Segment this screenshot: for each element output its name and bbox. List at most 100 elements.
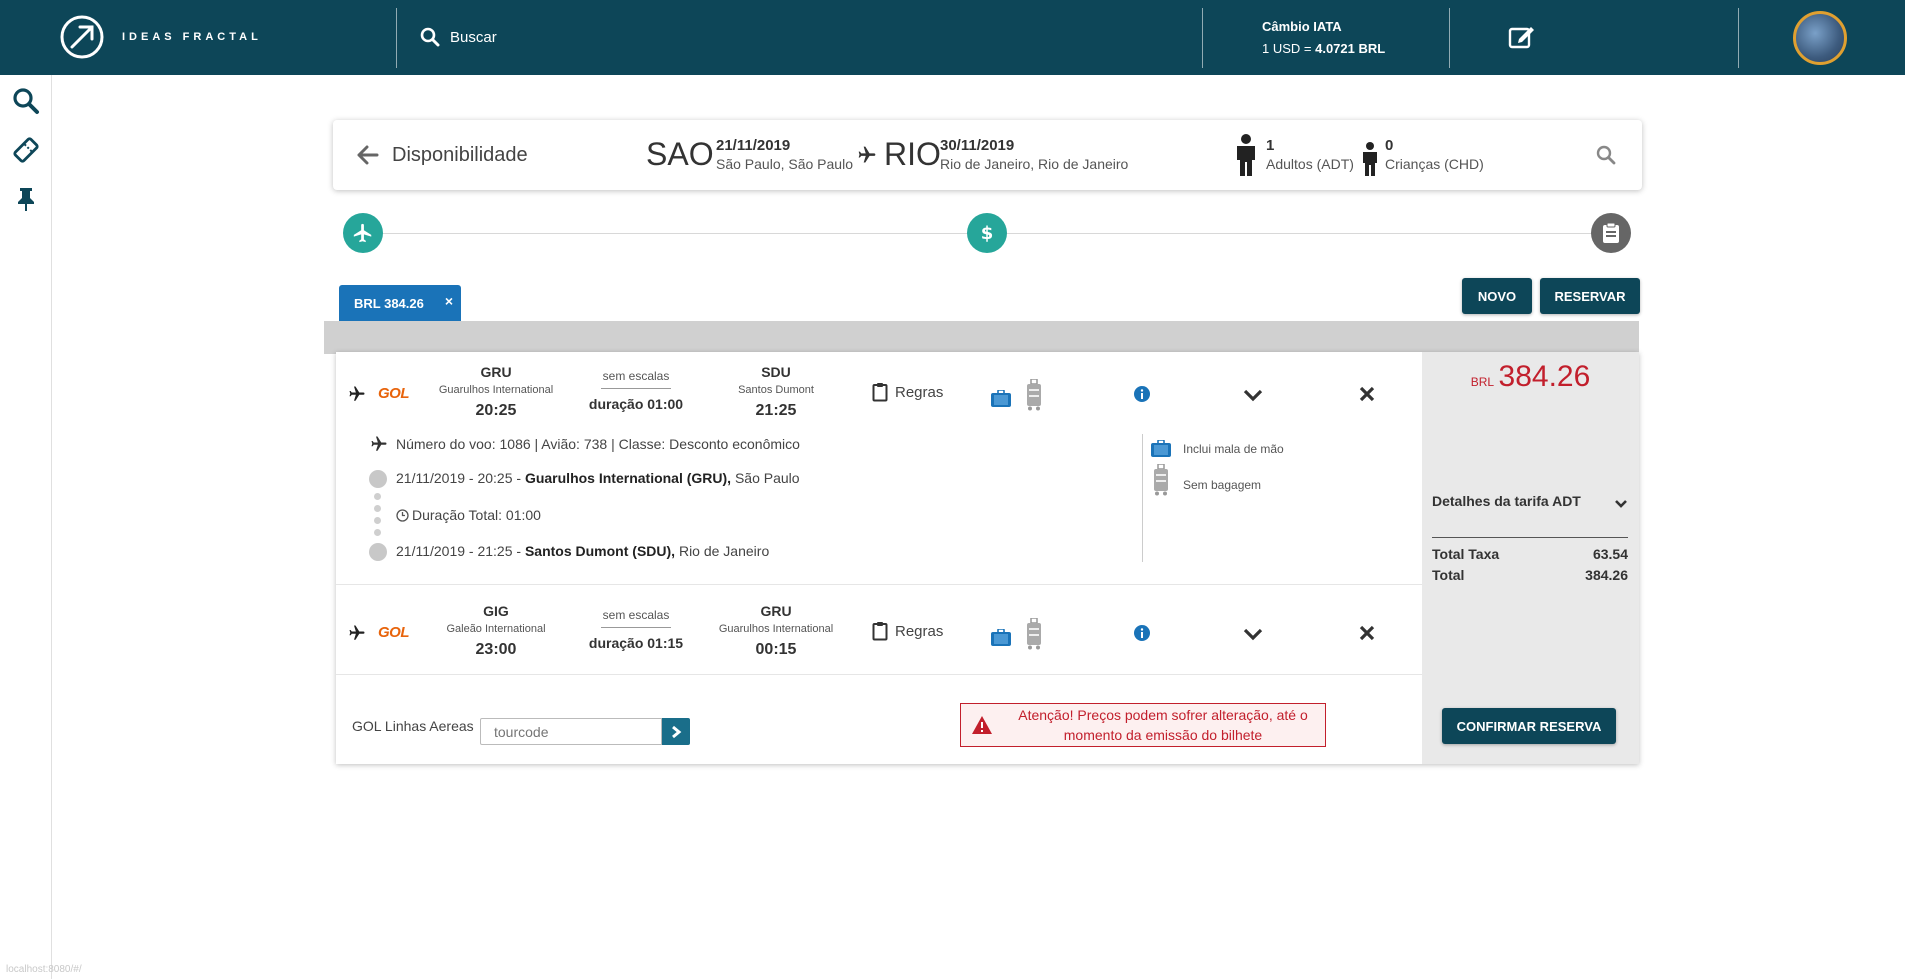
price-amount: 384.26 (1498, 360, 1591, 393)
total-label: Total (1432, 567, 1465, 583)
arrival-code: GRU (760, 603, 792, 619)
row-divider (336, 584, 1422, 585)
timeline-dot (369, 543, 387, 561)
adult-label: Adultos (ADT) (1266, 156, 1354, 172)
airline-logo: GOL (378, 624, 410, 641)
chevron-right-icon (672, 725, 682, 738)
step-flight-icon[interactable] (343, 213, 383, 253)
tourcode-input[interactable] (480, 718, 662, 745)
segment-row: GOL GRU Guarulhos International 20:25 se… (336, 352, 1422, 582)
price-tab[interactable]: BRL 384.26 × (339, 285, 461, 321)
origin-city: São Paulo, São Paulo (716, 156, 853, 172)
total-price: BRL 384.26 (1422, 360, 1639, 394)
edit-icon[interactable] (1508, 24, 1536, 55)
novo-button[interactable]: NOVO (1462, 278, 1532, 314)
departure-airport: Galeão International (446, 623, 546, 635)
sidebar-pin-icon[interactable] (12, 185, 40, 218)
arrival-time: 21:25 (755, 402, 797, 419)
top-bar: IDEAS FRACTAL Buscar Câmbio IATA 1 USD =… (0, 0, 1905, 75)
avatar[interactable] (1793, 11, 1847, 65)
departure-detail: 21/11/2019 - 20:25 - Guarulhos Internati… (396, 470, 800, 486)
chevron-down-icon[interactable] (1243, 627, 1263, 646)
info-icon[interactable] (1134, 386, 1150, 407)
timeline-dot (374, 505, 381, 512)
price-tab-label: BRL 384.26 (354, 295, 424, 311)
tourcode-submit-button[interactable] (662, 718, 690, 745)
departure-time: 20:25 (475, 402, 517, 419)
hand-bag-label: Inclui mala de mão (1183, 442, 1284, 456)
alert-text: Atenção! Preços podem sofrer alteração, … (1018, 707, 1308, 743)
total-taxa-value: 63.54 (1592, 546, 1628, 562)
segment-row: GOL GIG Galeão International 23:00 sem e… (336, 592, 1422, 672)
flight-duration: duração 01:15 (588, 635, 684, 651)
total-taxa-label: Total Taxa (1432, 546, 1500, 562)
timeline-dot (369, 470, 387, 488)
clipboard-icon (872, 622, 888, 641)
timeline-dot (374, 493, 381, 500)
destination-city: Rio de Janeiro, Rio de Janeiro (940, 156, 1129, 172)
child-count: 0 (1385, 137, 1394, 154)
luggage-icon (1153, 463, 1169, 501)
rules-link[interactable]: Regras (872, 621, 943, 641)
logo-text: IDEAS FRACTAL (122, 31, 262, 43)
exchange-rate: Câmbio IATA 1 USD = 4.0721 BRL (1262, 16, 1385, 60)
departure-time: 23:00 (475, 641, 517, 658)
divider (396, 8, 397, 68)
airline-name: GOL Linhas Aereas (352, 718, 474, 734)
destination-date: 30/11/2019 (940, 137, 1015, 154)
plane-icon (856, 145, 878, 170)
warning-icon (972, 716, 992, 734)
footer-url: localhost:8080/#/ (6, 964, 82, 975)
summary-search-icon[interactable] (1596, 145, 1616, 170)
top-search[interactable]: Buscar (420, 27, 497, 47)
departure-airport: Guarulhos International (438, 384, 554, 396)
rules-link[interactable]: Regras (872, 382, 943, 402)
stops-label: sem escalas (602, 608, 670, 622)
timeline-dot (374, 517, 381, 524)
remove-icon[interactable] (1359, 386, 1375, 407)
back-arrow-icon[interactable] (357, 145, 379, 170)
origin-code: SAO (646, 136, 714, 172)
departure-code: GRU (480, 364, 512, 380)
timeline-dot (374, 529, 381, 536)
price-alert: Atenção! Preços podem sofrer alteração, … (960, 703, 1326, 747)
exchange-title: Câmbio IATA (1262, 19, 1342, 34)
adult-count: 1 (1266, 137, 1275, 154)
plane-icon (348, 385, 366, 408)
close-tab-icon[interactable]: × (445, 293, 453, 309)
child-icon (1360, 142, 1380, 181)
chevron-down-icon[interactable] (1243, 388, 1263, 407)
flight-info: Número do voo: 1086 | Avião: 738 | Class… (396, 436, 800, 452)
divider (1738, 8, 1739, 68)
reservar-button[interactable]: RESERVAR (1540, 278, 1640, 314)
hand-bag-icon (1150, 439, 1172, 463)
sidebar-search-icon[interactable] (12, 87, 40, 120)
total-value: 384.26 (1585, 567, 1628, 583)
results-header-bar (324, 321, 1639, 354)
sidebar-ticket-icon[interactable] (12, 136, 40, 169)
divider (1449, 8, 1450, 68)
step-summary-icon[interactable] (1591, 213, 1631, 253)
sidebar: localhost:8080/#/ (0, 75, 82, 979)
total-taxa-row: Total Taxa 63.54 (1432, 546, 1628, 562)
logo-icon (60, 15, 104, 59)
search-summary: Disponibilidade SAO 21/11/2019 São Paulo… (333, 120, 1642, 190)
checked-bag-label: Sem bagagem (1183, 478, 1262, 492)
luggage-icon (1026, 617, 1042, 655)
airline-logo: GOL (378, 385, 410, 402)
logo[interactable]: IDEAS FRACTAL (58, 13, 262, 61)
clock-icon (396, 508, 409, 522)
info-icon[interactable] (1134, 625, 1150, 646)
exchange-prefix: 1 USD = (1262, 41, 1316, 56)
stops-label: sem escalas (602, 369, 670, 383)
arrival-code: SDU (761, 364, 791, 380)
remove-icon[interactable] (1359, 625, 1375, 646)
chevron-down-icon[interactable] (1614, 496, 1628, 514)
fare-details-toggle[interactable]: Detalhes da tarifa ADT (1432, 493, 1581, 509)
confirm-reservation-button[interactable]: CONFIRMAR RESERVA (1442, 708, 1616, 744)
adult-icon (1233, 134, 1259, 181)
step-price-icon[interactable]: $ (967, 213, 1007, 253)
page-title: Disponibilidade (392, 144, 528, 166)
price-currency: BRL (1470, 375, 1495, 389)
row-divider (336, 674, 1422, 675)
